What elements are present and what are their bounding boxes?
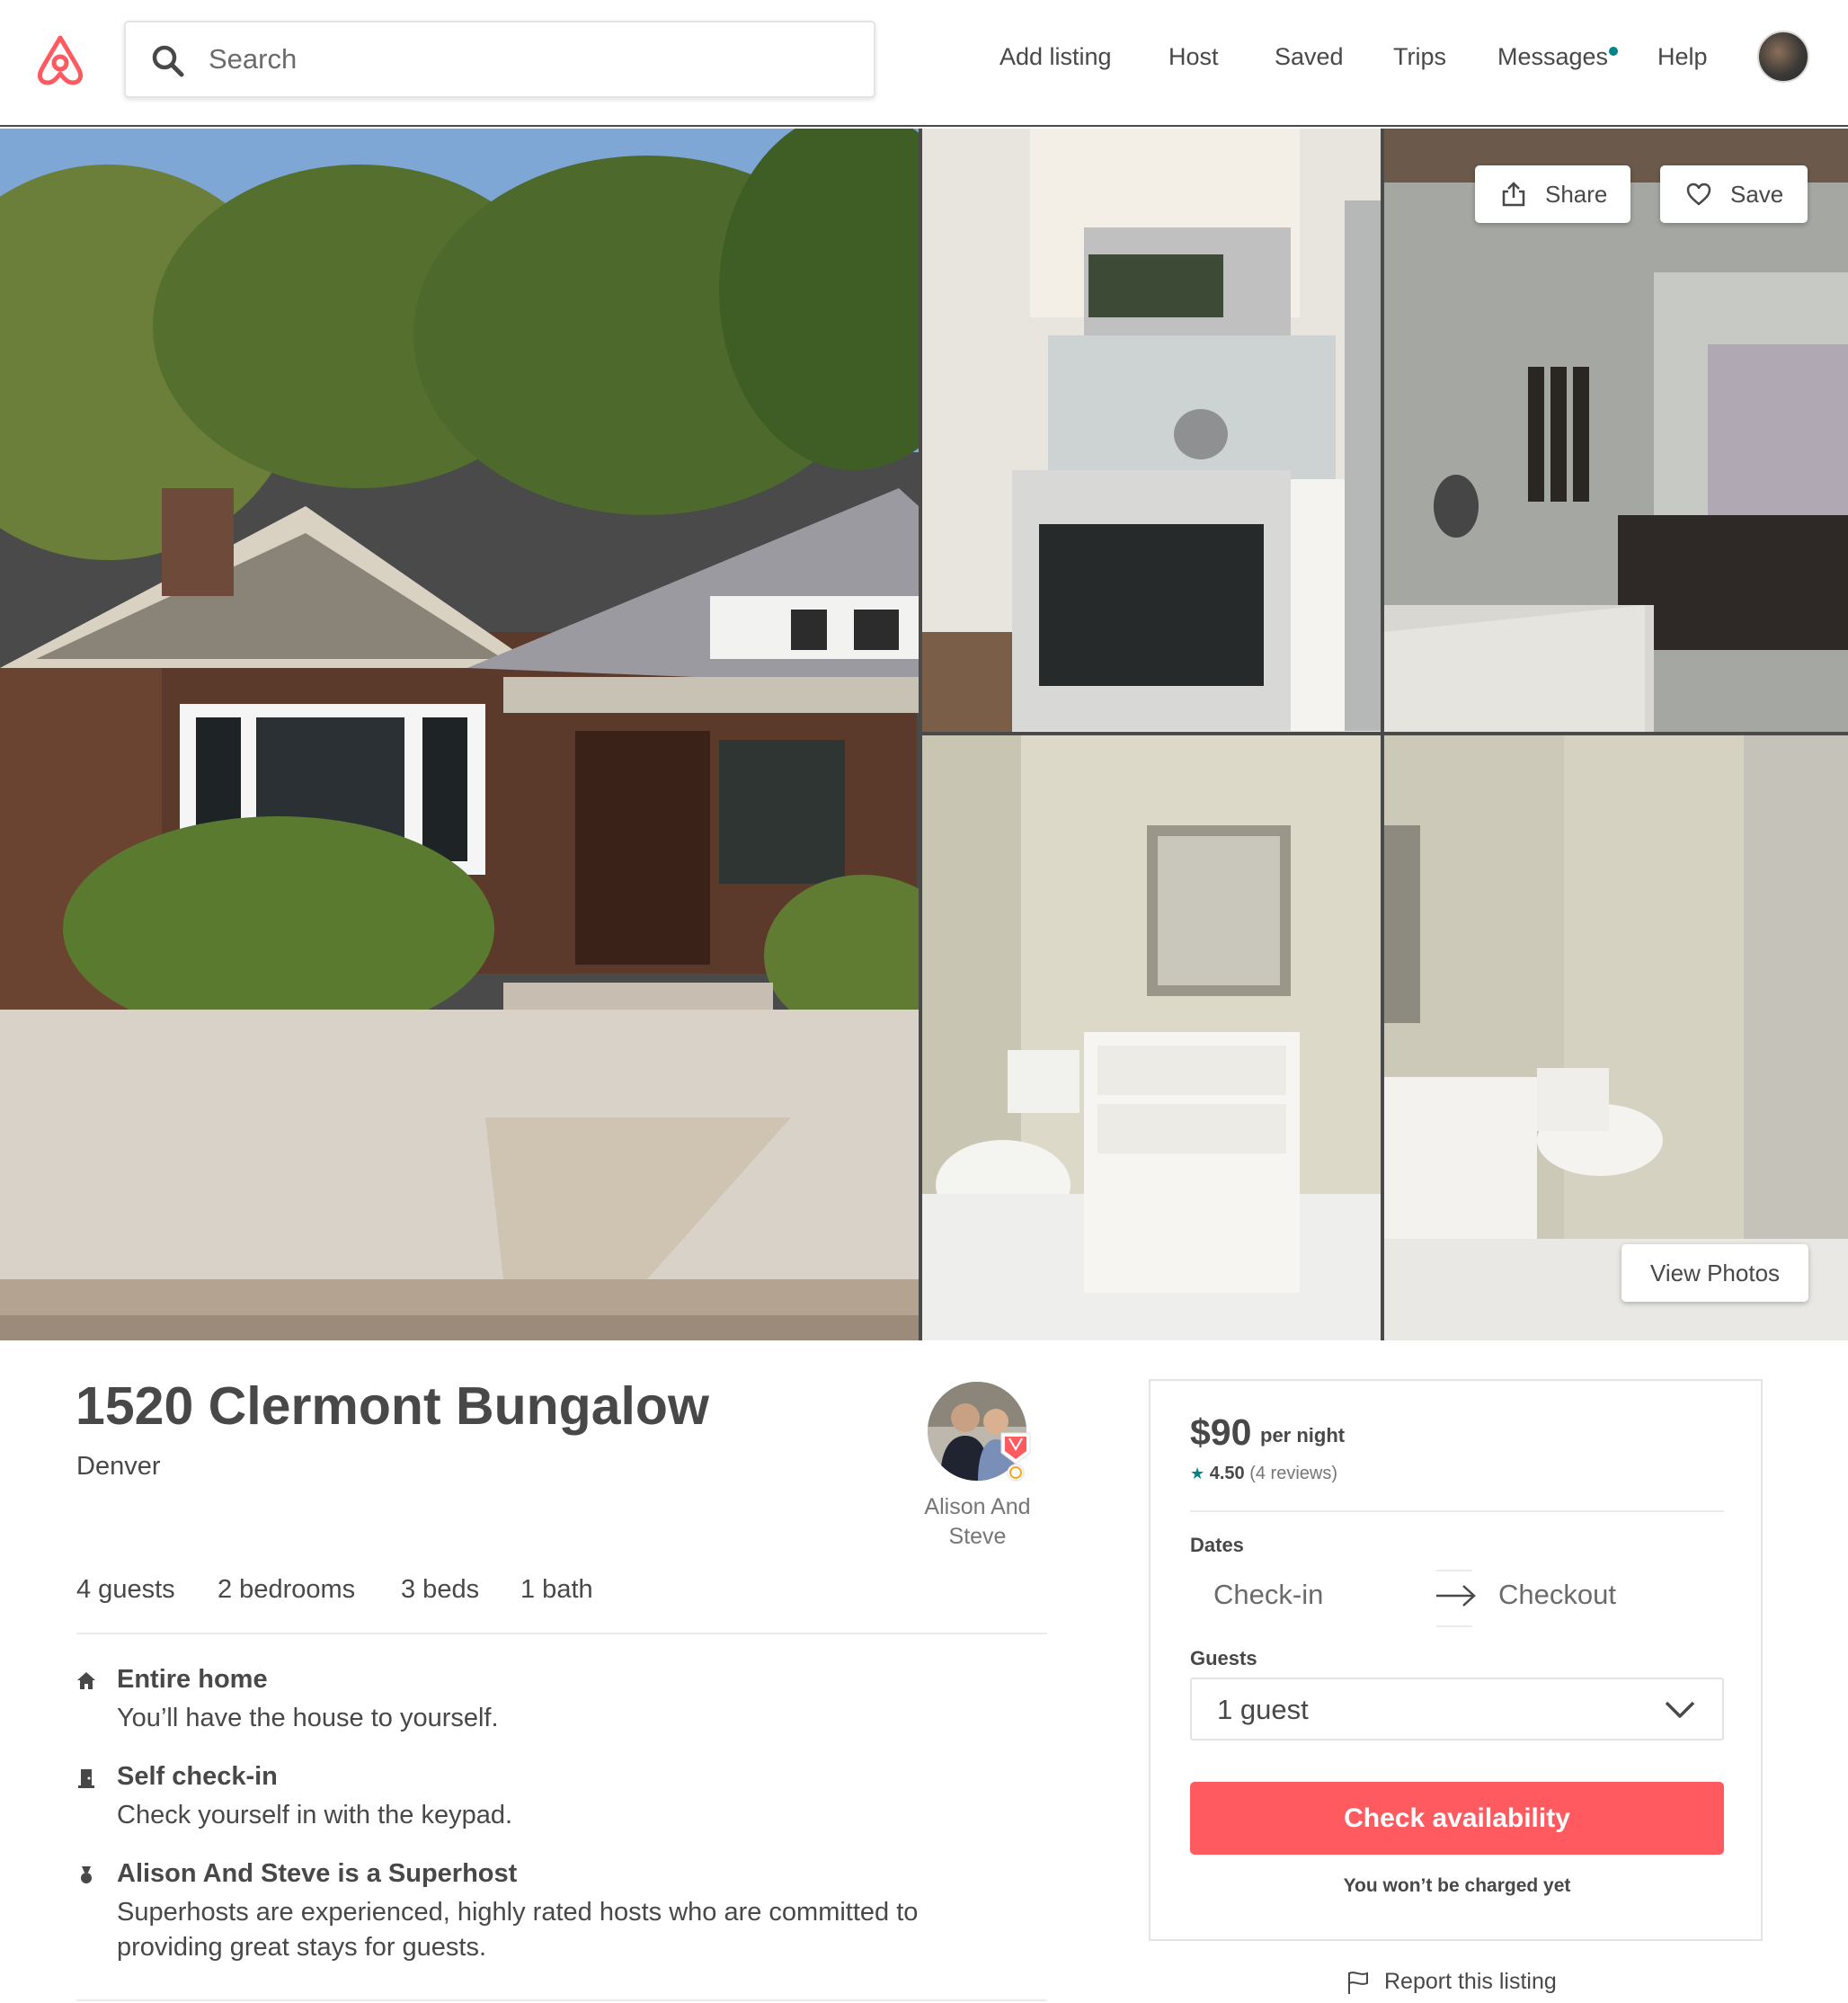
- listing-photo-exterior[interactable]: [0, 129, 919, 1340]
- top-nav-bar: Add listing Host Saved Trips Messages He…: [0, 0, 1848, 127]
- search-box[interactable]: [124, 21, 875, 98]
- nav-saved[interactable]: Saved: [1275, 43, 1344, 71]
- listing-title: 1520 Clermont Bungalow: [76, 1376, 709, 1436]
- share-icon: [1502, 182, 1525, 207]
- stat-baths: 1 bath: [520, 1575, 593, 1604]
- nav-add-listing[interactable]: Add listing: [1000, 43, 1112, 71]
- share-button[interactable]: Share: [1475, 165, 1630, 223]
- save-button[interactable]: Save: [1660, 165, 1808, 223]
- report-label: Report this listing: [1384, 1969, 1557, 1994]
- feature-description: Superhosts are experienced, highly rated…: [117, 1898, 919, 1962]
- star-icon: ★: [1190, 1464, 1205, 1482]
- airbnb-logo-icon[interactable]: [34, 32, 86, 86]
- nav-trips[interactable]: Trips: [1393, 43, 1446, 71]
- nav-help[interactable]: Help: [1657, 43, 1708, 71]
- listing-city: Denver: [76, 1452, 161, 1481]
- guests-select[interactable]: 1 guest: [1190, 1678, 1724, 1740]
- save-label: Save: [1730, 180, 1784, 208]
- stat-guests: 4 guests: [76, 1575, 175, 1604]
- feature-superhost: Alison And Steve is a Superhost Superhos…: [76, 1859, 1011, 1976]
- home-icon: [77, 1672, 95, 1689]
- medal-icon: [81, 1866, 92, 1883]
- arrow-right-icon: [1436, 1585, 1476, 1607]
- listing-photo-bathroom-vanity[interactable]: [922, 735, 1381, 1340]
- unread-indicator-dot: [1609, 47, 1618, 56]
- card-divider: [1190, 1510, 1724, 1512]
- view-photos-button[interactable]: View Photos: [1621, 1244, 1808, 1302]
- section-divider: [76, 1633, 1047, 1634]
- no-charge-note: You won’t be charged yet: [1343, 1875, 1571, 1896]
- feature-entire-home: Entire home You’ll have the house to you…: [76, 1665, 1011, 1746]
- rating-value: 4.50: [1209, 1464, 1245, 1483]
- feature-description: Check yourself in with the keypad.: [117, 1801, 513, 1829]
- check-availability-button[interactable]: Check availability: [1190, 1782, 1724, 1855]
- guests-value: 1 guest: [1217, 1694, 1309, 1725]
- feature-title: Alison And Steve is a Superhost: [117, 1859, 518, 1888]
- review-count: (4 reviews): [1249, 1464, 1337, 1483]
- date-separator-bottom: [1436, 1625, 1472, 1627]
- feature-description: You’ll have the house to yourself.: [117, 1704, 499, 1732]
- search-input[interactable]: [209, 22, 838, 96]
- stat-bedrooms: 2 bedrooms: [218, 1575, 356, 1604]
- section-divider: [76, 1999, 1047, 2001]
- chevron-down-icon: [1665, 1701, 1695, 1718]
- report-listing-link[interactable]: Report this listing: [1346, 1969, 1557, 1995]
- stat-beds: 3 beds: [401, 1575, 480, 1604]
- photo-gallery: [0, 129, 1848, 1340]
- nav-messages[interactable]: Messages: [1497, 43, 1608, 71]
- host-name[interactable]: Alison And Steve: [899, 1492, 1056, 1552]
- rating-summary[interactable]: ★ 4.50 (4 reviews): [1190, 1464, 1337, 1484]
- check-in-input[interactable]: Check-in: [1213, 1579, 1323, 1611]
- nav-host[interactable]: Host: [1168, 43, 1219, 71]
- share-label: Share: [1545, 180, 1608, 208]
- nightly-price: $90: [1190, 1411, 1252, 1453]
- superhost-badge-icon: [1000, 1432, 1031, 1482]
- flag-icon: [1348, 1971, 1368, 1994]
- listing-photo-kitchen[interactable]: [922, 129, 1381, 732]
- user-avatar[interactable]: [1757, 31, 1809, 83]
- checkout-input[interactable]: Checkout: [1498, 1579, 1616, 1611]
- feature-title: Self check-in: [117, 1762, 278, 1791]
- guests-label: Guests: [1190, 1647, 1257, 1669]
- per-night-label: per night: [1260, 1424, 1346, 1447]
- booking-card: $90 per night ★ 4.50 (4 reviews) Dates C…: [1149, 1379, 1763, 1941]
- feature-self-check-in: Self check-in Check yourself in with the…: [76, 1762, 1011, 1843]
- door-icon: [78, 1769, 94, 1788]
- dates-label: Dates: [1190, 1534, 1244, 1556]
- feature-title: Entire home: [117, 1665, 268, 1694]
- search-icon: [152, 45, 184, 77]
- date-separator-top: [1436, 1570, 1472, 1571]
- heart-icon: [1686, 182, 1711, 206]
